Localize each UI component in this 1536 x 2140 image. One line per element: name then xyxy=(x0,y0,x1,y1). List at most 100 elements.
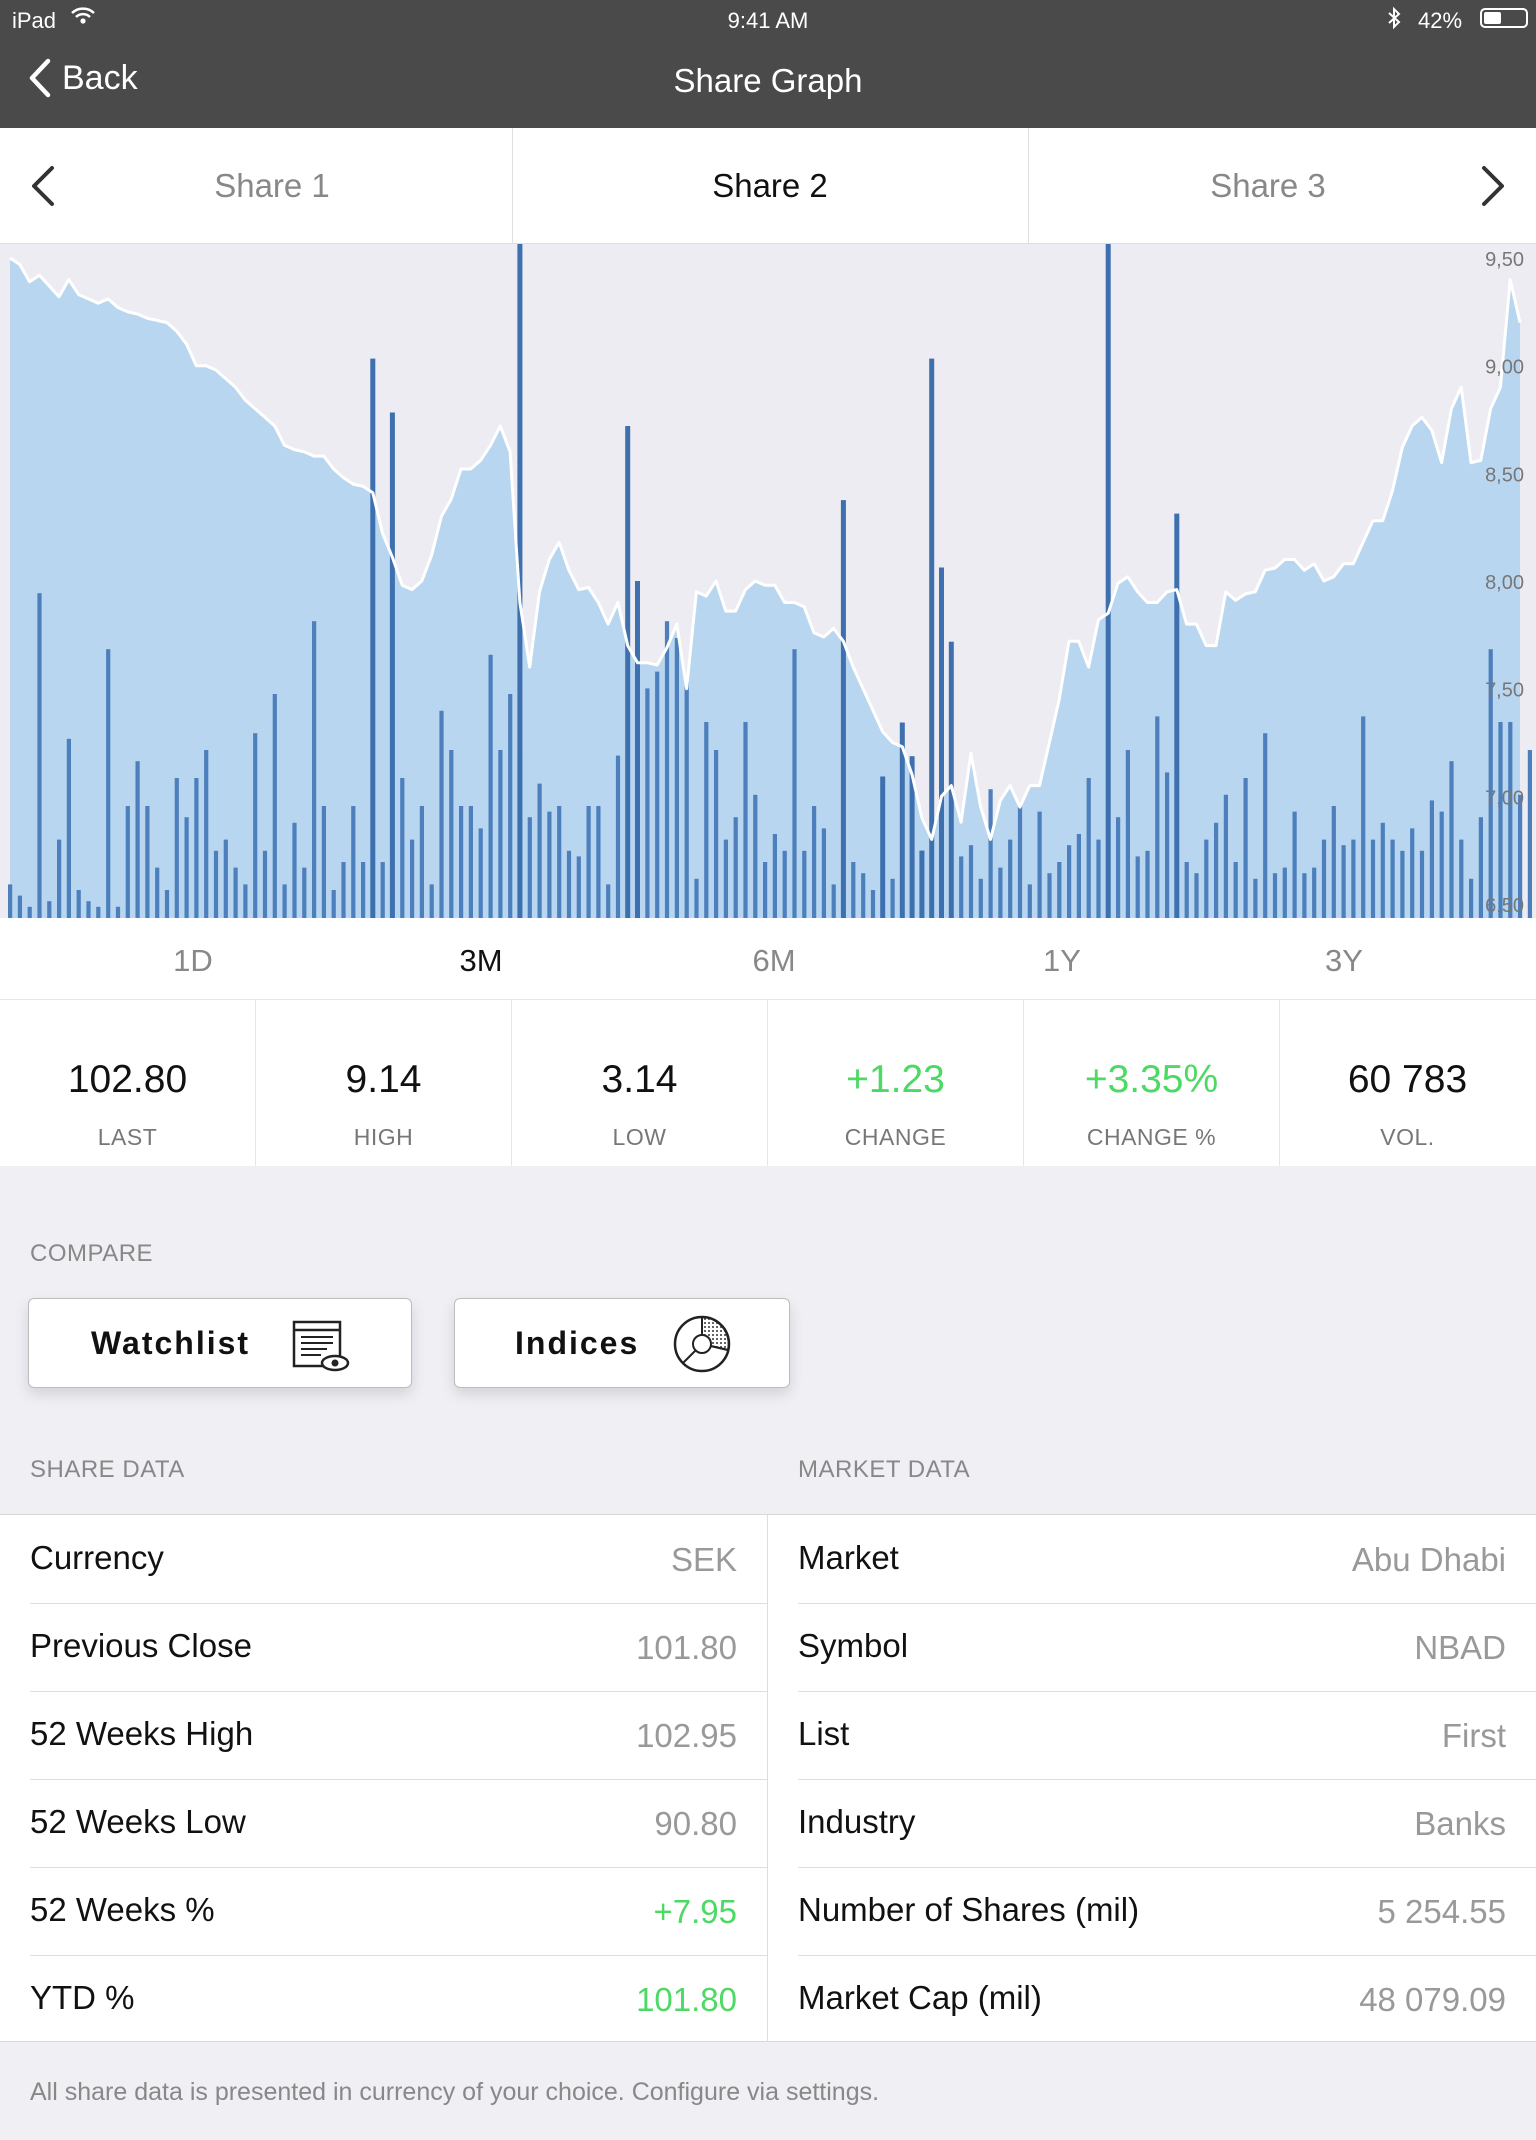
volume-bar xyxy=(704,722,709,918)
volume-bar xyxy=(223,839,228,918)
volume-bar-spike xyxy=(1174,513,1180,918)
volume-bar xyxy=(449,750,454,918)
volume-bar xyxy=(439,710,444,918)
volume-bar xyxy=(194,778,199,918)
volume-bar xyxy=(1498,722,1503,918)
stat-low-label: LOW xyxy=(612,1124,667,1150)
volume-bar xyxy=(792,649,797,918)
previous-share-chevron-icon[interactable] xyxy=(24,164,64,208)
indices-label: Indices xyxy=(515,1325,640,1361)
stat-low: 3.14 LOW xyxy=(512,1000,767,1166)
stats-row: 102.80 LAST 9.14 HIGH 3.14 LOW +1.23 CHA… xyxy=(0,1000,1536,1166)
volume-bar xyxy=(1096,839,1101,918)
volume-bar xyxy=(1429,800,1434,918)
stat-change-percent: +3.35% CHANGE % xyxy=(1024,1000,1279,1166)
volume-bar xyxy=(615,755,621,918)
stat-change: +1.23 CHANGE xyxy=(768,1000,1023,1166)
volume-bar xyxy=(586,806,591,918)
volume-bar xyxy=(1263,733,1268,918)
y-tick-label: 7,00 xyxy=(1485,787,1524,809)
volume-bar-spike xyxy=(919,850,925,918)
volume-bar xyxy=(763,862,768,918)
volume-bar xyxy=(204,750,209,918)
volume-bar xyxy=(1243,778,1248,918)
tab-share-1[interactable]: Share 1 xyxy=(60,128,484,244)
volume-bar xyxy=(57,839,62,918)
volume-bar xyxy=(1508,722,1513,918)
stat-change-label: CHANGE xyxy=(844,1124,947,1150)
volume-bar xyxy=(821,828,826,918)
volume-bar xyxy=(272,694,277,918)
stat-last-label: LAST xyxy=(97,1124,158,1150)
volume-bar-spike xyxy=(625,426,631,918)
volume-bar xyxy=(47,901,52,918)
market-data-row-symbol: Symbol NBAD xyxy=(798,1627,1506,1666)
volume-bar xyxy=(1282,867,1287,918)
volume-bar xyxy=(1351,839,1356,918)
range-6m[interactable]: 6M xyxy=(752,918,795,1000)
volume-bar xyxy=(1008,839,1013,918)
volume-bar xyxy=(106,649,111,918)
volume-bar xyxy=(664,621,670,918)
volume-bar xyxy=(164,890,170,918)
volume-bar xyxy=(1272,873,1278,918)
volume-bar xyxy=(1037,811,1042,918)
volume-bar-spike xyxy=(389,412,395,918)
volume-bar xyxy=(1204,839,1209,918)
volume-bar xyxy=(488,654,493,918)
watchlist-label: Watchlist xyxy=(91,1325,251,1361)
market-data-row-industry: Industry Banks xyxy=(798,1803,1506,1842)
status-time: 9:41 AM xyxy=(727,8,809,33)
volume-bar xyxy=(802,850,807,918)
data-tables: Currency SEK Previous Close 101.80 52 Week… xyxy=(0,1514,1536,2042)
share-data-label: SHARE DATA xyxy=(30,1456,185,1483)
stat-last-value: 102.80 xyxy=(67,1058,188,1101)
y-tick-label: 7,50 xyxy=(1485,680,1524,702)
page-title: Share Graph xyxy=(673,62,863,99)
volume-bar xyxy=(145,806,150,918)
volume-bar xyxy=(988,789,993,918)
volume-bar xyxy=(1459,839,1464,918)
volume-bar xyxy=(537,783,542,918)
volume-bar-spike xyxy=(370,358,376,919)
volume-bar xyxy=(1223,794,1228,918)
range-3y[interactable]: 3Y xyxy=(1325,918,1363,1000)
range-selector: 1D 3M 6M 1Y 3Y xyxy=(0,918,1536,1000)
volume-bar xyxy=(684,677,689,918)
tab-share-3[interactable]: Share 3 xyxy=(1050,128,1486,244)
volume-bar xyxy=(782,850,787,918)
range-1d[interactable]: 1D xyxy=(173,918,213,1000)
volume-bar xyxy=(312,621,317,918)
volume-bar xyxy=(361,862,366,918)
indices-button[interactable]: Indices xyxy=(454,1298,790,1388)
volume-bar xyxy=(1057,862,1062,918)
volume-bar xyxy=(978,878,983,918)
range-1y[interactable]: 1Y xyxy=(1043,918,1081,1000)
volume-bar xyxy=(812,806,817,918)
volume-bar xyxy=(576,856,581,918)
volume-bar xyxy=(1400,850,1405,918)
volume-bar xyxy=(410,839,415,918)
watchlist-button[interactable]: Watchlist xyxy=(28,1298,412,1388)
volume-bar xyxy=(1233,862,1238,918)
tab-share-2[interactable]: Share 2 xyxy=(513,128,1027,244)
range-3m[interactable]: 3M xyxy=(459,918,502,1000)
volume-bar xyxy=(1321,839,1327,918)
volume-bar xyxy=(331,890,336,918)
y-tick-label: 9,50 xyxy=(1485,249,1524,271)
share-data-row-52w-low: 52 Weeks Low 90.80 xyxy=(30,1803,737,1842)
volume-bar xyxy=(351,806,356,918)
next-share-chevron-icon[interactable] xyxy=(1472,164,1512,208)
volume-bar xyxy=(498,750,503,918)
y-tick-label: 8,00 xyxy=(1485,572,1524,594)
volume-bar xyxy=(1135,856,1140,918)
volume-bar xyxy=(1370,839,1376,918)
volume-bar xyxy=(831,884,836,918)
share-data-row-52w-percent: 52 Weeks % +7.95 xyxy=(30,1891,737,1930)
volume-bar xyxy=(674,638,679,918)
volume-bar xyxy=(27,906,32,918)
volume-bar xyxy=(243,884,248,918)
volume-bar xyxy=(1214,822,1219,918)
share-price-chart[interactable]: 9,50 9,00 8,50 8,00 7,50 7,00 6,50 xyxy=(0,244,1536,919)
volume-bar xyxy=(1361,716,1366,918)
